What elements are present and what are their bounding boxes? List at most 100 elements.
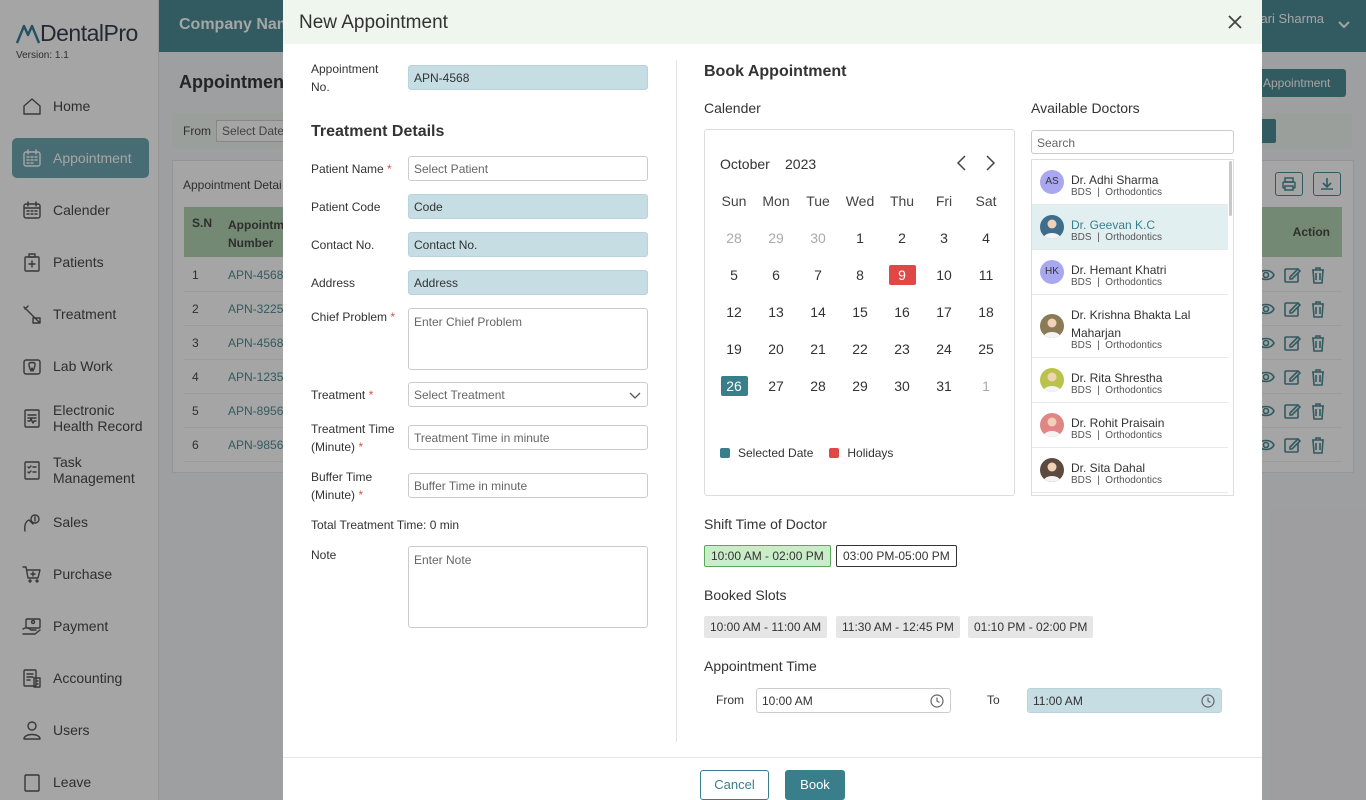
calendar: October 2023 Sun Mon Tue Wed Thu Fri Sat 28 29 30… bbox=[704, 129, 1015, 496]
patient-name-select[interactable]: Select Patient bbox=[408, 156, 648, 181]
weekday-label: Fri bbox=[935, 193, 953, 209]
calendar-day[interactable]: 8 bbox=[839, 266, 881, 303]
avatar-photo-icon bbox=[1043, 219, 1061, 239]
calendar-day[interactable]: 21 bbox=[797, 340, 839, 377]
treatment-details-title: Treatment Details bbox=[311, 123, 445, 140]
calendar-day[interactable]: 11 bbox=[965, 266, 1007, 303]
patient-name-label: Patient Name * bbox=[311, 162, 392, 176]
doctor-item[interactable]: Dr. Rohit Praisain BDS | Orthodontics bbox=[1032, 403, 1228, 448]
cancel-button[interactable]: Cancel bbox=[700, 770, 769, 800]
calendar-day-holiday[interactable]: 9 bbox=[881, 265, 923, 303]
contact-no-field: Contact No. bbox=[408, 232, 648, 257]
treatment-select-value: Select Treatment bbox=[414, 388, 505, 402]
calendar-day[interactable]: 4 bbox=[965, 229, 1007, 266]
calendar-weekday-row: Sun Mon Tue Wed Thu Fri Sat bbox=[713, 192, 1007, 229]
appointment-no-label: Appointment No. bbox=[311, 62, 379, 94]
doctor-list: AS Dr. Adhi Sharma BDS | Orthodontics Dr. G… bbox=[1031, 159, 1234, 496]
treatment-time-input[interactable]: Treatment Time in minute bbox=[408, 425, 648, 450]
weekday-label: Thu bbox=[889, 193, 915, 209]
treatment-select[interactable]: Select Treatment bbox=[408, 382, 648, 407]
patient-code-field: Code bbox=[408, 194, 648, 219]
calendar-day[interactable]: 30 bbox=[797, 229, 839, 266]
book-button[interactable]: Book bbox=[785, 770, 845, 800]
calendar-day[interactable]: 27 bbox=[755, 377, 797, 414]
calendar-day[interactable]: 22 bbox=[839, 340, 881, 377]
time-from-input[interactable]: 10:00 AM bbox=[756, 688, 951, 713]
shift-time-title: Shift Time of Doctor bbox=[704, 516, 827, 532]
calendar-day[interactable]: 18 bbox=[965, 303, 1007, 340]
calendar-day[interactable]: 1 bbox=[839, 229, 881, 266]
calendar-day[interactable]: 1 bbox=[965, 377, 1007, 414]
time-from-value: 10:00 AM bbox=[762, 694, 813, 708]
appointment-no-field: APN-4568 bbox=[408, 65, 648, 90]
calendar-day[interactable]: 28 bbox=[797, 377, 839, 414]
doctor-meta: BDS | Orthodontics bbox=[1071, 340, 1162, 351]
doctor-item[interactable]: Dr. Sita Dahal BDS | Orthodontics bbox=[1032, 448, 1228, 493]
calendar-day[interactable]: 20 bbox=[755, 340, 797, 377]
calendar-day[interactable]: 15 bbox=[839, 303, 881, 340]
calendar-day[interactable]: 12 bbox=[713, 303, 755, 340]
calendar-week: 26 27 28 29 30 31 1 bbox=[713, 376, 1007, 414]
calendar-day-selected[interactable]: 26 bbox=[713, 376, 755, 414]
doctor-search-input[interactable]: Search bbox=[1031, 130, 1234, 154]
clock-icon[interactable] bbox=[930, 694, 944, 708]
calendar-day[interactable]: 29 bbox=[755, 229, 797, 266]
calendar-year[interactable]: 2023 bbox=[785, 156, 816, 172]
chief-problem-textarea[interactable]: Enter Chief Problem bbox=[408, 308, 648, 370]
calendar-day[interactable]: 3 bbox=[923, 229, 965, 266]
avatar-photo-icon bbox=[1043, 318, 1061, 338]
calendar-day[interactable]: 2 bbox=[881, 229, 923, 266]
calendar-day[interactable]: 13 bbox=[755, 303, 797, 340]
chevron-down-icon bbox=[629, 392, 641, 399]
doctor-item[interactable]: Dr. Geevan K.C BDS | Orthodontics bbox=[1032, 205, 1228, 250]
weekday-label: Sun bbox=[721, 193, 747, 209]
weekday-label: Tue bbox=[806, 193, 830, 209]
chevron-left-icon[interactable] bbox=[954, 154, 970, 172]
new-appointment-modal: New Appointment Appointment No. APN-4568… bbox=[283, 0, 1262, 800]
calendar-week: 12 13 14 15 16 17 18 bbox=[713, 303, 1007, 340]
available-doctors-title: Available Doctors bbox=[1031, 100, 1140, 116]
weekday-label: Mon bbox=[762, 193, 790, 209]
doctor-meta: BDS | Orthodontics bbox=[1071, 232, 1162, 243]
calendar-day[interactable]: 5 bbox=[713, 266, 755, 303]
note-label: Note bbox=[311, 548, 337, 562]
booked-slot: 11:30 AM - 12:45 PM bbox=[836, 616, 960, 638]
calendar-day[interactable]: 28 bbox=[713, 229, 755, 266]
calendar-day[interactable]: 25 bbox=[965, 340, 1007, 377]
calendar-day[interactable]: 17 bbox=[923, 303, 965, 340]
avatar bbox=[1040, 458, 1064, 482]
close-icon[interactable] bbox=[1226, 13, 1244, 31]
shift-slot[interactable]: 10:00 AM - 02:00 PM bbox=[704, 545, 831, 567]
calendar-day[interactable]: 6 bbox=[755, 266, 797, 303]
calendar-day[interactable]: 14 bbox=[797, 303, 839, 340]
calendar-day[interactable]: 23 bbox=[881, 340, 923, 377]
avatar bbox=[1040, 368, 1064, 392]
doctor-item[interactable]: Dr. Rita Shrestha BDS | Orthodontics bbox=[1032, 358, 1228, 403]
calendar-grid: Sun Mon Tue Wed Thu Fri Sat 28 29 30 1 2 3 4 5 6 7 8 9 10 11… bbox=[713, 192, 1007, 414]
calendar-day[interactable]: 24 bbox=[923, 340, 965, 377]
calendar-month[interactable]: October bbox=[720, 156, 770, 172]
doctor-meta: BDS | Orthodontics bbox=[1071, 475, 1162, 486]
calendar-day[interactable]: 31 bbox=[923, 377, 965, 414]
shift-slot[interactable]: 03:00 PM-05:00 PM bbox=[836, 545, 957, 567]
calendar-day[interactable]: 30 bbox=[881, 377, 923, 414]
patient-code-label: Patient Code bbox=[311, 200, 381, 214]
legend-selected-label: Selected Date bbox=[738, 446, 814, 460]
calendar-day[interactable]: 19 bbox=[713, 340, 755, 377]
avatar: AS bbox=[1040, 170, 1064, 194]
modal-header: New Appointment bbox=[283, 0, 1262, 44]
chevron-right-icon[interactable] bbox=[982, 154, 998, 172]
buffer-time-input[interactable]: Buffer Time in minute bbox=[408, 473, 648, 498]
calendar-day[interactable]: 16 bbox=[881, 303, 923, 340]
calendar-day[interactable]: 29 bbox=[839, 377, 881, 414]
doctor-item[interactable]: Dr. Krishna Bhakta Lal Maharjan BDS | Ort… bbox=[1032, 295, 1228, 358]
note-textarea[interactable]: Enter Note bbox=[408, 546, 648, 628]
doctor-item[interactable]: AS Dr. Adhi Sharma BDS | Orthodontics bbox=[1032, 160, 1228, 205]
avatar bbox=[1040, 413, 1064, 437]
avatar: HK bbox=[1040, 260, 1064, 284]
booked-slot: 01:10 PM - 02:00 PM bbox=[968, 616, 1094, 638]
doctor-list-scrollbar[interactable] bbox=[1229, 161, 1232, 216]
calendar-day[interactable]: 7 bbox=[797, 266, 839, 303]
calendar-day[interactable]: 10 bbox=[923, 266, 965, 303]
doctor-item[interactable]: HK Dr. Hemant Khatri BDS | Orthodontics bbox=[1032, 250, 1228, 295]
